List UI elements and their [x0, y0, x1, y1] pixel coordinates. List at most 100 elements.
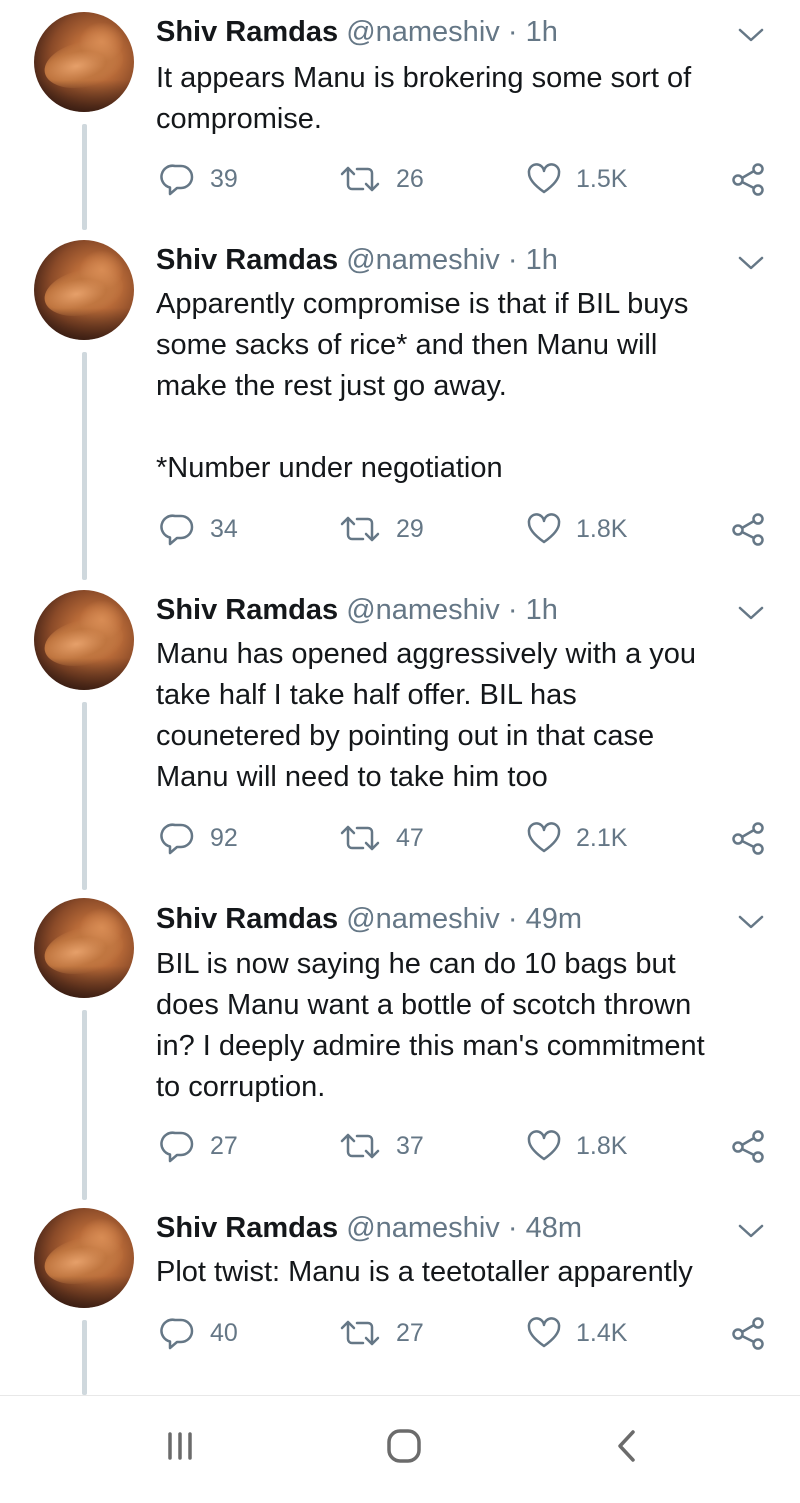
tweet-header: Shiv Ramdas @nameshiv · 49m: [156, 901, 582, 937]
tweet-text: Apparently compromise is that if BIL buy…: [156, 284, 786, 489]
timestamp[interactable]: 1h: [526, 16, 558, 48]
avatar[interactable]: [34, 12, 134, 112]
tweet-actions: 34 29 1.8K: [156, 509, 776, 549]
like-button[interactable]: 2.1K: [526, 818, 627, 858]
tweet-text: It appears Manu is brokering some sort o…: [156, 58, 786, 140]
share-button[interactable]: [730, 1313, 768, 1353]
share-icon: [732, 513, 764, 546]
retweet-count: 29: [396, 514, 424, 543]
author-name[interactable]: Shiv Ramdas: [156, 1212, 338, 1244]
like-button[interactable]: 1.5K: [526, 159, 627, 199]
tweet-actions: 39 26 1.5K: [156, 159, 776, 199]
tweet-header: Shiv Ramdas @nameshiv · 48m: [156, 1210, 582, 1246]
reply-icon: [160, 1318, 194, 1350]
retweet-count: 26: [396, 164, 424, 193]
tweet-body: It appears Manu is brokering some sort o…: [156, 62, 692, 135]
tweet[interactable]: Shiv Ramdas @nameshiv · 49m BIL is now s…: [0, 890, 800, 1200]
author-name[interactable]: Shiv Ramdas: [156, 903, 338, 935]
share-icon: [732, 822, 764, 855]
reply-count: 92: [210, 823, 238, 852]
share-button[interactable]: [730, 1126, 768, 1166]
tweet-body: Plot twist: Manu is a teetotaller appare…: [156, 1256, 693, 1288]
reply-button[interactable]: 39: [160, 159, 238, 199]
heart-icon: [527, 513, 561, 544]
separator: ·: [507, 903, 518, 935]
like-count: 2.1K: [576, 823, 628, 852]
chevron-down-icon[interactable]: [738, 27, 764, 43]
tweet[interactable]: Shiv Ramdas @nameshiv · 1h It appears Ma…: [0, 0, 800, 230]
heart-icon: [527, 822, 561, 853]
author-name[interactable]: Shiv Ramdas: [156, 244, 338, 276]
system-navigation-bar: [0, 1395, 800, 1503]
timestamp[interactable]: 49m: [526, 903, 582, 935]
tweet[interactable]: Shiv Ramdas @nameshiv · 1h Manu has open…: [0, 580, 800, 890]
share-button[interactable]: [730, 509, 768, 549]
reply-count: 27: [210, 1131, 238, 1160]
author-handle[interactable]: @nameshiv: [346, 1212, 500, 1244]
reply-button[interactable]: 92: [160, 818, 238, 858]
retweet-button[interactable]: 37: [338, 1126, 424, 1166]
avatar[interactable]: [34, 898, 134, 998]
avatar[interactable]: [34, 590, 134, 690]
separator: ·: [507, 16, 518, 48]
chevron-down-icon[interactable]: [738, 1223, 764, 1239]
avatar[interactable]: [34, 1208, 134, 1308]
retweet-button[interactable]: 47: [338, 818, 424, 858]
tweet-text: BIL is now saying he can do 10 bags but …: [156, 944, 786, 1108]
like-count: 1.8K: [576, 514, 628, 543]
share-button[interactable]: [730, 159, 768, 199]
like-button[interactable]: 1.8K: [526, 1126, 627, 1166]
thread-connector: [82, 1010, 87, 1200]
tweet-text: Manu has opened aggressively with a you …: [156, 634, 786, 798]
retweet-button[interactable]: 26: [338, 159, 424, 199]
reply-count: 39: [210, 164, 238, 193]
home-icon: [387, 1429, 421, 1463]
chevron-down-icon[interactable]: [738, 605, 764, 621]
author-handle[interactable]: @nameshiv: [346, 244, 500, 276]
retweet-button[interactable]: 27: [338, 1313, 424, 1353]
author-name[interactable]: Shiv Ramdas: [156, 594, 338, 626]
tweet-header: Shiv Ramdas @nameshiv · 1h: [156, 592, 558, 628]
share-icon: [732, 1317, 764, 1350]
like-count: 1.5K: [576, 164, 628, 193]
retweet-icon: [340, 825, 380, 851]
tweet-header: Shiv Ramdas @nameshiv · 1h: [156, 242, 558, 278]
thread-connector: [82, 352, 87, 580]
tweet[interactable]: Shiv Ramdas @nameshiv · 1h Apparently co…: [0, 230, 800, 580]
author-handle[interactable]: @nameshiv: [346, 16, 500, 48]
tweet-actions: 92 47 2.1K: [156, 818, 776, 858]
timestamp[interactable]: 48m: [526, 1212, 582, 1244]
reply-icon: [160, 823, 194, 855]
chevron-down-icon[interactable]: [738, 255, 764, 271]
retweet-count: 47: [396, 823, 424, 852]
chevron-down-icon[interactable]: [738, 914, 764, 930]
tweet-header: Shiv Ramdas @nameshiv · 1h: [156, 14, 558, 50]
retweet-button[interactable]: 29: [338, 509, 424, 549]
thread-connector: [82, 124, 87, 230]
avatar[interactable]: [34, 240, 134, 340]
like-button[interactable]: 1.8K: [526, 509, 627, 549]
author-handle[interactable]: @nameshiv: [346, 903, 500, 935]
tweet-body: Manu has opened aggressively with a you …: [156, 638, 697, 793]
separator: ·: [507, 594, 518, 626]
tweet[interactable]: Shiv Ramdas @nameshiv · 48m Plot twist: …: [0, 1200, 800, 1395]
heart-icon: [527, 1130, 561, 1161]
reply-button[interactable]: 34: [160, 509, 238, 549]
heart-icon: [527, 1317, 561, 1348]
like-button[interactable]: 1.4K: [526, 1313, 627, 1353]
reply-button[interactable]: 27: [160, 1126, 238, 1166]
share-button[interactable]: [730, 818, 768, 858]
home-button[interactable]: [374, 1422, 434, 1470]
tweet-body: Apparently compromise is that if BIL buy…: [156, 288, 689, 402]
reply-button[interactable]: 40: [160, 1313, 238, 1353]
timestamp[interactable]: 1h: [526, 244, 558, 276]
timestamp[interactable]: 1h: [526, 594, 558, 626]
retweet-icon: [340, 166, 380, 192]
reply-icon: [160, 164, 194, 196]
thread-connector: [82, 702, 87, 890]
recent-apps-button[interactable]: [150, 1422, 210, 1470]
author-handle[interactable]: @nameshiv: [346, 594, 500, 626]
author-name[interactable]: Shiv Ramdas: [156, 16, 338, 48]
tweet-actions: 27 37 1.8K: [156, 1126, 776, 1166]
back-button[interactable]: [598, 1422, 658, 1470]
